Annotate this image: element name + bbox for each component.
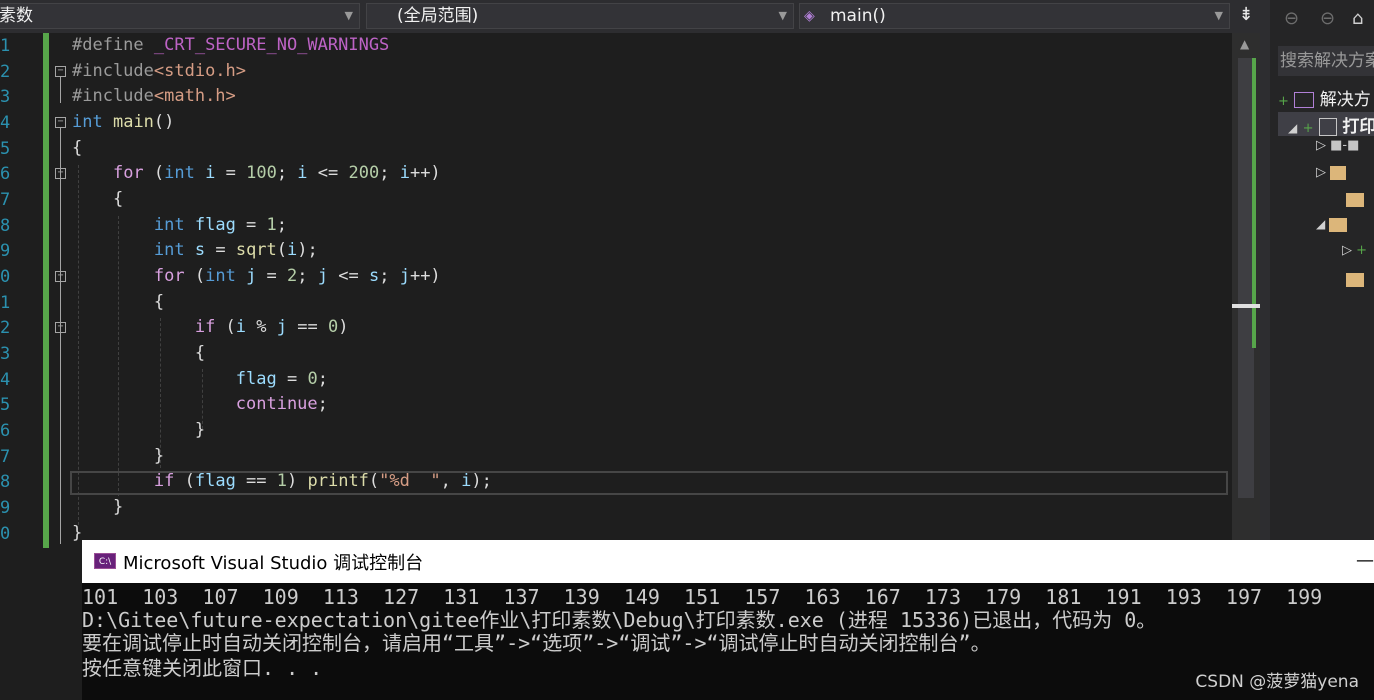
- line-number: 2: [0, 62, 11, 82]
- line-number: 5: [0, 395, 11, 415]
- line-number: 9: [0, 498, 11, 518]
- fold-toggle-icon[interactable]: −: [55, 322, 66, 333]
- watermark: CSDN @菠萝猫yena: [1195, 672, 1359, 692]
- solution-icon: [1294, 92, 1315, 108]
- project-combo-label: 素数: [0, 6, 33, 26]
- scroll-up-icon[interactable]: ▲: [1240, 37, 1249, 51]
- fold-line: [60, 128, 61, 544]
- code-line: {: [72, 292, 165, 312]
- source-file-node[interactable]: ▷ +: [1342, 243, 1367, 258]
- line-number: 1: [0, 293, 11, 313]
- method-icon: ◈: [804, 8, 815, 24]
- fold-toggle-icon[interactable]: −: [55, 168, 66, 179]
- code-line: {: [72, 189, 124, 209]
- minimize-button[interactable]: —: [1356, 550, 1374, 571]
- console-title: Microsoft Visual Studio 调试控制台: [123, 553, 424, 574]
- line-number: 3: [0, 344, 11, 364]
- forward-icon[interactable]: ⊖: [1320, 8, 1335, 29]
- fold-toggle-icon[interactable]: −: [55, 117, 66, 128]
- external-deps-node[interactable]: ▷: [1316, 165, 1347, 180]
- scope-combo[interactable]: (全局范围) ▼: [366, 3, 794, 29]
- code-line: if (i % j == 0): [194, 317, 349, 337]
- editor-scrollbar[interactable]: ▲: [1232, 33, 1260, 543]
- project-label: 打印: [1342, 117, 1374, 137]
- code-line: if (flag == 1) printf("%d ", i);: [153, 471, 492, 491]
- folder-icon: [1346, 273, 1364, 287]
- plus-icon: +: [1278, 94, 1289, 109]
- navigation-bar: 素数 ▼ (全局范围) ▼ ◈ main() ▼: [0, 0, 1232, 33]
- code-line: int s = sqrt(i);: [153, 240, 318, 260]
- split-icon[interactable]: ⇟: [1232, 0, 1260, 33]
- code-line: #define _CRT_SECURE_NO_WARNINGS: [72, 35, 390, 55]
- code-line: int flag = 1;: [153, 215, 288, 235]
- code-line: }: [72, 420, 206, 440]
- code-line: for (int j = 2; j <= s; j++): [153, 266, 441, 286]
- solution-search-input[interactable]: 搜索解决方案: [1278, 46, 1374, 76]
- chevron-down-icon: ▼: [778, 9, 787, 22]
- line-number: 3: [0, 87, 11, 107]
- code-line: for (int i = 100; i <= 200; i++): [112, 163, 441, 183]
- line-number: 7: [0, 190, 11, 210]
- code-line: {: [72, 343, 206, 363]
- fold-toggle-icon[interactable]: −: [55, 66, 66, 77]
- scope-combo-label: (全局范围): [397, 6, 479, 26]
- line-number: 4: [0, 370, 11, 390]
- folder-node[interactable]: [1346, 190, 1364, 210]
- function-combo[interactable]: ◈ main() ▼: [799, 3, 1230, 29]
- change-tracking-bar: [43, 33, 49, 548]
- line-number: 9: [0, 241, 11, 261]
- expand-icon: ◢: [1288, 121, 1298, 135]
- code-line: continue;: [235, 394, 328, 414]
- plus-icon: +: [1302, 121, 1314, 136]
- source-folder-node[interactable]: ◢: [1316, 217, 1348, 232]
- code-line: #include<math.h>: [72, 86, 236, 106]
- line-number: 4: [0, 113, 11, 133]
- console-app-icon: C:\: [94, 553, 116, 569]
- folder-node[interactable]: [1346, 270, 1364, 290]
- code-line: flag = 0;: [235, 369, 328, 389]
- console-output-numbers: 101 103 107 109 113 127 131 137 139 149 …: [82, 585, 1323, 609]
- code-line: #include<stdio.h>: [72, 61, 247, 81]
- line-number: 0: [0, 267, 11, 287]
- back-icon[interactable]: ⊖: [1284, 8, 1299, 29]
- line-number: 6: [0, 164, 11, 184]
- code-line: }: [72, 497, 124, 517]
- debug-console-window: C:\ Microsoft Visual Studio 调试控制台 — 101 …: [82, 540, 1374, 700]
- project-icon: [1318, 118, 1337, 136]
- line-number: 8: [0, 216, 11, 236]
- line-number: 1: [0, 36, 11, 56]
- line-number: 0: [0, 524, 11, 544]
- folder-icon: [1346, 193, 1364, 207]
- folder-icon: [1329, 217, 1348, 232]
- console-press-line: 按任意键关闭此窗口. . .: [82, 656, 323, 680]
- code-editor[interactable]: 1 2 3 4 5 6 7 8 9 0 1 2 3 4 5 6 7 8 9 0 …: [0, 33, 1232, 553]
- home-icon[interactable]: ⌂: [1352, 8, 1363, 29]
- console-exit-line: D:\Gitee\future-expectation\gitee作业\打印素数…: [82, 608, 1157, 632]
- solution-node[interactable]: + 解决方: [1278, 85, 1371, 110]
- folder-icon: [1330, 165, 1347, 180]
- solution-label: 解决方: [1319, 90, 1371, 110]
- console-hint-line: 要在调试停止时自动关闭控制台，请启用“工具”->“选项”->“调试”->“调试停…: [82, 631, 991, 655]
- console-titlebar[interactable]: C:\ Microsoft Visual Studio 调试控制台 —: [82, 540, 1374, 583]
- line-number: 6: [0, 421, 11, 441]
- line-number: 2: [0, 318, 11, 338]
- code-line: }: [72, 523, 83, 543]
- line-number: 5: [0, 139, 11, 159]
- function-combo-label: main(): [830, 6, 886, 26]
- line-number: 7: [0, 447, 11, 467]
- project-node[interactable]: ◢ + 打印: [1278, 112, 1374, 137]
- project-combo[interactable]: 素数 ▼: [0, 3, 360, 29]
- caret-position-marker: [1232, 304, 1260, 308]
- fold-line: [60, 77, 61, 103]
- fold-toggle-icon[interactable]: −: [55, 271, 66, 282]
- code-line: int main(): [72, 112, 175, 132]
- code-line: }: [72, 446, 165, 466]
- line-number: 8: [0, 472, 11, 492]
- chevron-down-icon: ▼: [344, 9, 353, 22]
- chevron-down-icon: ▼: [1214, 9, 1223, 22]
- code-line: {: [72, 138, 83, 158]
- references-node[interactable]: ▷ ■-■: [1316, 138, 1359, 153]
